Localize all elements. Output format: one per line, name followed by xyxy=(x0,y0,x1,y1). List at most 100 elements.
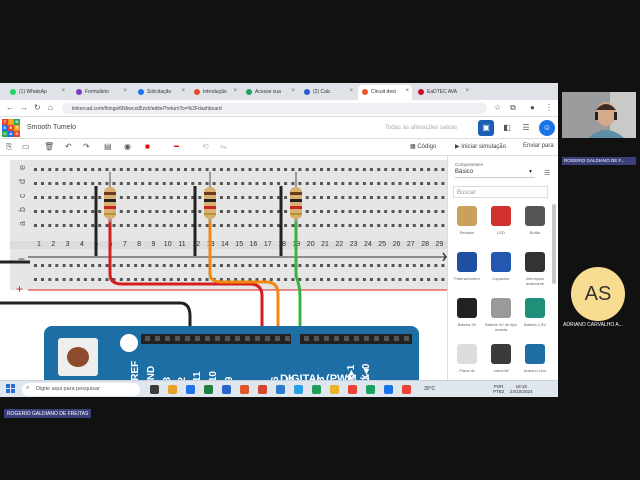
taskbar-app-icon[interactable] xyxy=(240,385,249,394)
browser-tab[interactable]: (2) Calc × xyxy=(300,85,356,100)
browser-tab[interactable]: Acesse sua × xyxy=(242,85,298,100)
reload-icon[interactable]: ↻ xyxy=(34,103,41,112)
reset-button[interactable] xyxy=(58,338,98,376)
component-item[interactable]: Capacitor xyxy=(485,250,517,292)
component-item[interactable]: Bateria 1,5V xyxy=(519,296,551,338)
start-simulation-button[interactable]: ▶ Iniciar simulação xyxy=(455,143,506,150)
list-view-toggle-icon[interactable]: ☰ xyxy=(544,169,550,177)
circuit-view-icon[interactable]: ▣ xyxy=(478,120,494,136)
header-pin[interactable] xyxy=(165,336,170,341)
language-indicator[interactable]: POR PTB2 xyxy=(493,384,504,394)
url-input[interactable]: tinkercad.com/things/6Nbwcxd5zsh/editel?… xyxy=(62,103,487,114)
weather-temperature[interactable]: 30°C xyxy=(424,386,435,392)
visibility-icon[interactable]: ◉ xyxy=(124,142,131,151)
taskbar-app-icon[interactable] xyxy=(276,385,285,394)
browser-tab[interactable]: Circuit desi × xyxy=(358,85,412,100)
taskbar-app-icon[interactable] xyxy=(402,385,411,394)
participant-avatar[interactable]: AS xyxy=(571,267,625,321)
paste-icon[interactable]: ▭ xyxy=(22,142,30,151)
taskbar-app-icon[interactable] xyxy=(204,385,213,394)
windows-start-icon[interactable] xyxy=(6,384,15,393)
color-picker-icon[interactable]: ■ xyxy=(145,142,150,151)
header-pin[interactable] xyxy=(275,336,280,341)
taskbar-search-input[interactable]: ⌕ Digite aqui para pesquisar xyxy=(22,383,140,396)
header-pin[interactable] xyxy=(344,336,349,341)
taskbar-app-icon[interactable] xyxy=(366,385,375,394)
send-to-button[interactable]: Enviar para xyxy=(523,143,554,149)
list-view-icon[interactable]: ☰ xyxy=(518,120,534,136)
tinkercad-logo[interactable]: TINKERCAD xyxy=(2,119,20,137)
close-tab-icon[interactable]: × xyxy=(233,88,237,94)
user-avatar-icon[interactable]: ☺ xyxy=(539,120,555,136)
profile-icon[interactable]: ● xyxy=(530,103,535,112)
bookmark-star-icon[interactable]: ☆ xyxy=(494,103,501,112)
arduino-board[interactable]: AREFGND1312~11~10~987~6~54~32TX▸1RX◂0 DI… xyxy=(44,326,419,384)
taskbar-app-icon[interactable] xyxy=(258,385,267,394)
header-pin[interactable] xyxy=(185,336,190,341)
undo-icon[interactable]: ↶ xyxy=(65,142,72,151)
browser-tab[interactable]: Solicitação × xyxy=(134,85,188,100)
taskbar-app-icon[interactable] xyxy=(384,385,393,394)
taskbar-app-icon[interactable] xyxy=(348,385,357,394)
home-icon[interactable]: ⌂ xyxy=(48,103,53,112)
taskbar-app-icon[interactable] xyxy=(330,385,339,394)
header-pin[interactable] xyxy=(364,336,369,341)
taskbar-app-icon[interactable] xyxy=(294,385,303,394)
header-pin[interactable] xyxy=(285,336,290,341)
note-icon[interactable]: ▤ xyxy=(104,142,112,151)
taskbar-app-icon[interactable] xyxy=(150,385,159,394)
header-pin[interactable] xyxy=(145,336,150,341)
header-pin[interactable] xyxy=(175,336,180,341)
header-pin[interactable] xyxy=(155,336,160,341)
component-item[interactable]: Bateria 9V xyxy=(451,296,483,338)
delete-icon[interactable]: 🗑 xyxy=(44,142,54,151)
schematic-icon[interactable]: ◧ xyxy=(499,120,515,136)
header-pin[interactable] xyxy=(384,336,389,341)
header-pin[interactable] xyxy=(324,336,329,341)
circuit-canvas[interactable]: edcba12345678910111213141516171819202122… xyxy=(0,156,447,384)
camera-tile[interactable] xyxy=(562,92,636,138)
component-item[interactable]: Bateria 3V de tipo moeda xyxy=(485,296,517,338)
header-pin[interactable] xyxy=(205,336,210,341)
close-tab-icon[interactable]: × xyxy=(181,88,185,94)
header-pin[interactable] xyxy=(404,336,409,341)
close-tab-icon[interactable]: × xyxy=(291,88,295,94)
component-item[interactable]: Arduino Uno xyxy=(519,342,551,384)
close-tab-icon[interactable]: × xyxy=(123,88,127,94)
code-button[interactable]: ▦ Código xyxy=(410,143,436,150)
header-pin[interactable] xyxy=(265,336,270,341)
component-item[interactable]: Botão xyxy=(519,204,551,246)
extensions-icon[interactable]: ⧉ xyxy=(510,103,516,113)
component-item[interactable]: micro:bit xyxy=(485,342,517,384)
wire-type-icon[interactable]: ━ xyxy=(174,142,179,151)
header-pin[interactable] xyxy=(225,336,230,341)
flip-icon[interactable]: ⇋ xyxy=(220,142,227,151)
header-pin[interactable] xyxy=(354,336,359,341)
taskbar-app-icon[interactable] xyxy=(312,385,321,394)
header-pin[interactable] xyxy=(235,336,240,341)
close-tab-icon[interactable]: × xyxy=(349,88,353,94)
component-item[interactable]: Potenciômetro xyxy=(451,250,483,292)
browser-tab[interactable]: Formulário × xyxy=(72,85,130,100)
header-pin[interactable] xyxy=(314,336,319,341)
taskbar-app-icon[interactable] xyxy=(222,385,231,394)
header-pin[interactable] xyxy=(304,336,309,341)
component-item[interactable]: Interruptor deslizante xyxy=(519,250,551,292)
menu-icon[interactable]: ⋮ xyxy=(545,103,553,112)
rotate-icon[interactable]: ⟲ xyxy=(202,142,209,151)
component-search-input[interactable]: Buscar xyxy=(453,186,548,198)
component-item[interactable]: Placa de xyxy=(451,342,483,384)
components-dropdown[interactable]: Básico ▼ xyxy=(455,169,535,178)
header-pin[interactable] xyxy=(245,336,250,341)
close-tab-icon[interactable]: × xyxy=(465,88,469,94)
browser-tab[interactable]: EaDTEC AVA × xyxy=(414,85,472,100)
taskbar-app-icon[interactable] xyxy=(168,385,177,394)
forward-icon[interactable]: → xyxy=(20,103,28,112)
clock[interactable]: 18:18 24/10/2024 xyxy=(510,384,533,394)
taskbar-app-icon[interactable] xyxy=(186,385,195,394)
redo-icon[interactable]: ↷ xyxy=(83,142,90,151)
browser-tab[interactable]: (1) WhatsAp × xyxy=(6,85,68,100)
header-pin[interactable] xyxy=(374,336,379,341)
header-pin[interactable] xyxy=(394,336,399,341)
header-pin[interactable] xyxy=(195,336,200,341)
